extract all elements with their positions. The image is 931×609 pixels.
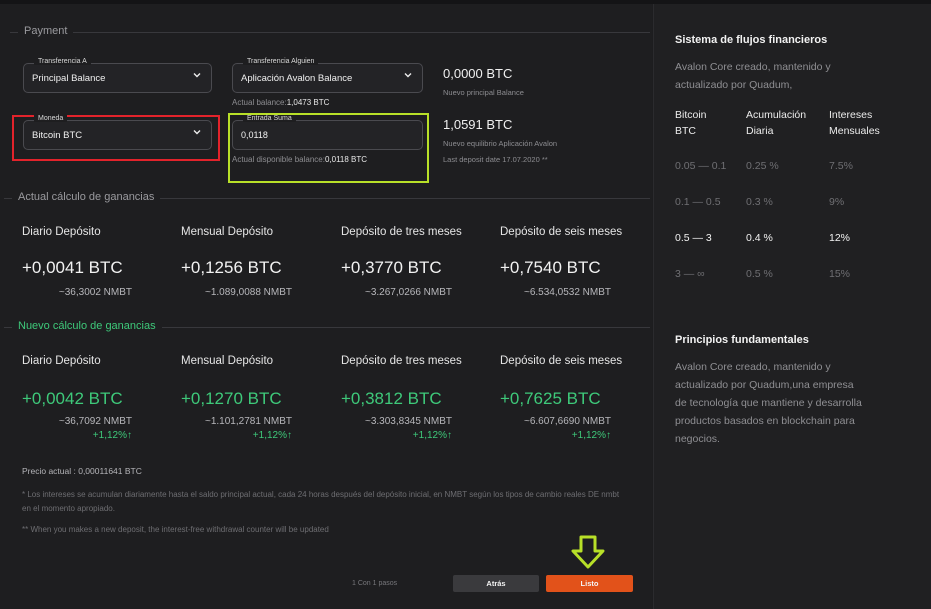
new-calc-legend: Nuevo cálculo de ganancias xyxy=(12,320,162,332)
principles-text: Avalon Core creado, mantenido y actualiz… xyxy=(675,361,862,445)
payment-legend: Payment xyxy=(18,25,74,37)
actual-balance-value: 1,0473 BTC xyxy=(286,98,330,107)
transfer-to-label: Transferencia Alguien xyxy=(243,58,319,65)
current-calc-fieldset: Actual cálculo de ganancias xyxy=(4,191,650,203)
transfer-to-select[interactable]: Transferencia Alguien Aplicación Avalon … xyxy=(232,58,423,93)
current-price: Precio actual : 0,00011641 BTC xyxy=(22,466,142,476)
payment-fieldset: Payment xyxy=(10,25,650,37)
new-app-label: Nuevo equilibrio Aplicación Avalon xyxy=(443,139,558,148)
rates-header-btc: Bitcoin BTC xyxy=(675,109,707,137)
financial-system-title: Sistema de flujos financieros xyxy=(675,34,828,46)
amount-label: Entrada Suma xyxy=(243,115,296,122)
new-principal-label: Nuevo principal Balance xyxy=(443,88,524,97)
chevron-down-icon xyxy=(193,130,201,135)
steps-indicator: 1 Con 1 pasos xyxy=(352,580,398,587)
financial-system-text: Avalon Core creado, mantenido y actualiz… xyxy=(675,61,831,91)
withdrawal-note: ** When you makes a new deposit, the int… xyxy=(22,525,329,534)
arrow-down-icon xyxy=(571,535,605,569)
amount-input[interactable] xyxy=(241,130,411,140)
amount-input-field[interactable]: Entrada Suma xyxy=(232,115,423,150)
transfer-from-label: Transferencia A xyxy=(34,58,91,65)
transfer-to-value: Aplicación Avalon Balance xyxy=(241,73,353,84)
currency-select[interactable]: Moneda Bitcoin BTC xyxy=(23,115,212,150)
back-button[interactable]: Atrás xyxy=(453,575,539,592)
new-app-amount: 1,0591 BTC xyxy=(443,117,513,132)
currency-value: Bitcoin BTC xyxy=(32,130,83,141)
rates-header-monthly: Intereses Mensuales xyxy=(829,109,880,137)
interest-note: * Los intereses se acumulan diariamente … xyxy=(22,490,620,513)
last-deposit-date: Last deposit date 17.07.2020 ** xyxy=(443,155,548,164)
new-calc-fieldset: Nuevo cálculo de ganancias xyxy=(4,320,650,332)
payment-panel: Payment Transferencia A Principal Balanc… xyxy=(0,4,652,609)
actual-balance: Actual balance:1,0473 BTC xyxy=(232,98,330,107)
chevron-down-icon xyxy=(193,73,201,78)
rates-header-daily: Acumulación Diaria xyxy=(746,109,807,137)
current-calc-legend: Actual cálculo de ganancias xyxy=(12,191,161,203)
done-button[interactable]: Listo xyxy=(546,575,633,592)
currency-label: Moneda xyxy=(34,115,68,122)
info-sidebar: Sistema de flujos financieros Avalon Cor… xyxy=(653,4,931,609)
transfer-from-select[interactable]: Transferencia A Principal Balance xyxy=(23,58,212,93)
available-balance: Actual disponible balance:0,0118 BTC xyxy=(232,155,368,164)
transfer-from-value: Principal Balance xyxy=(32,73,106,84)
new-principal-amount: 0,0000 BTC xyxy=(443,66,513,81)
available-balance-value: 0,0118 BTC xyxy=(324,155,368,164)
chevron-down-icon xyxy=(404,73,412,78)
principles-title: Principios fundamentales xyxy=(675,334,809,346)
